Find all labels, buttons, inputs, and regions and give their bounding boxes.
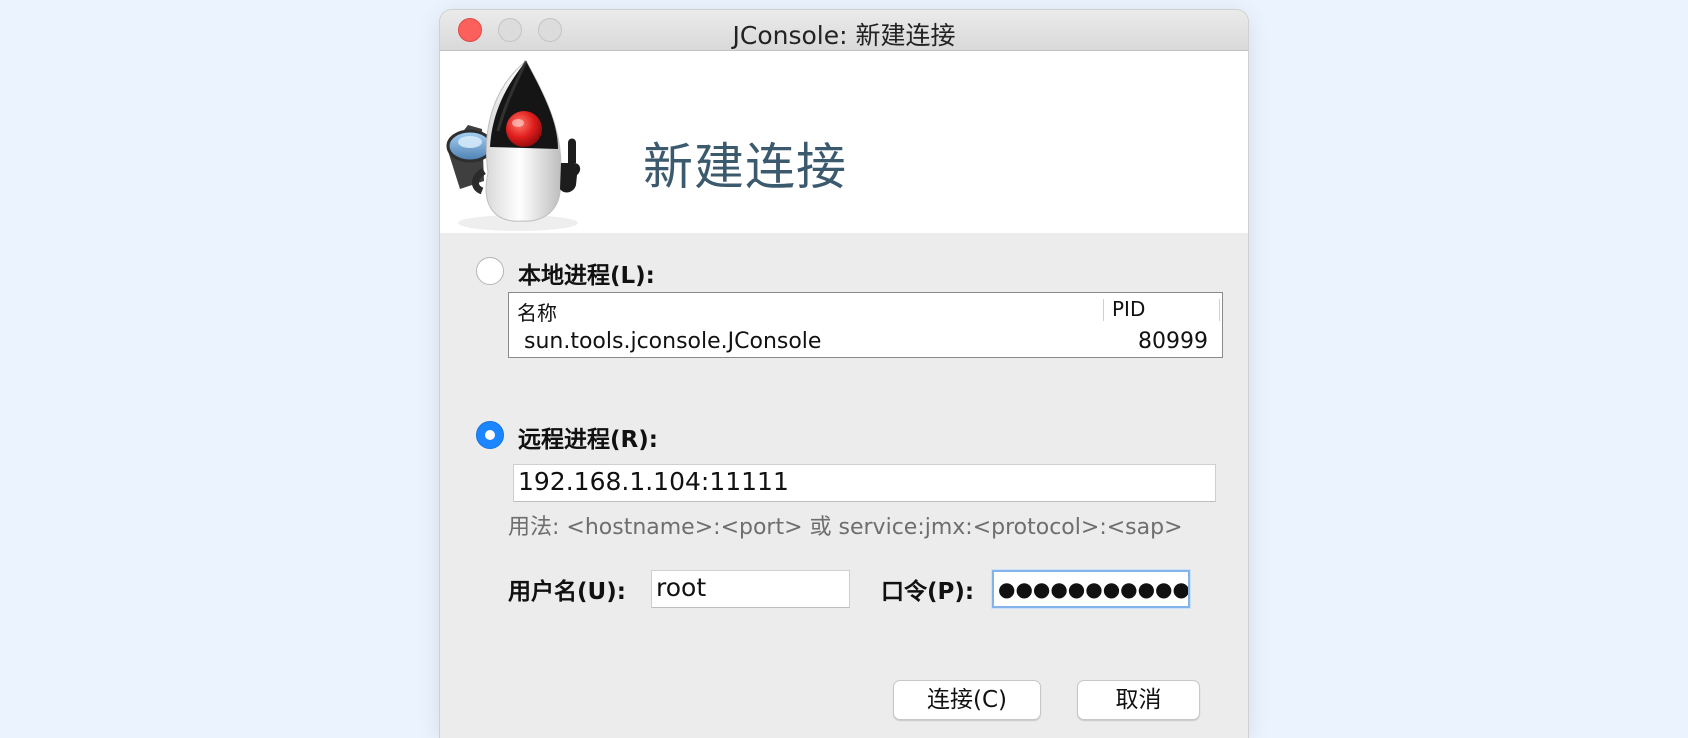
banner-heading: 新建连接: [643, 138, 847, 196]
username-input[interactable]: root: [651, 570, 850, 608]
process-pid-cell[interactable]: 80999: [1138, 329, 1208, 354]
local-process-table[interactable]: 名称 PID sun.tools.jconsole.JConsole 80999: [508, 292, 1223, 358]
java-duke-mascot-icon: [446, 60, 581, 231]
password-label: 口令(P):: [881, 579, 975, 605]
local-process-radio[interactable]: [476, 257, 504, 285]
column-header-pid[interactable]: PID: [1112, 297, 1145, 321]
remote-address-input[interactable]: 192.168.1.104:11111: [513, 464, 1216, 502]
process-name-cell[interactable]: sun.tools.jconsole.JConsole: [524, 329, 821, 354]
remote-process-radio[interactable]: [476, 421, 504, 449]
username-label: 用户名(U):: [508, 579, 626, 605]
cancel-button[interactable]: 取消: [1077, 680, 1200, 720]
column-divider[interactable]: [1219, 299, 1220, 321]
password-input[interactable]: ●●●●●●●●●●●●: [992, 570, 1190, 608]
jconsole-new-connection-dialog: JConsole: 新建连接 新建连接 本地进程(L): 名称 PID sun.…: [440, 10, 1248, 738]
remote-usage-hint: 用法: <hostname>:<port> 或 service:jmx:<pro…: [508, 515, 1183, 540]
column-header-name[interactable]: 名称: [517, 297, 557, 326]
column-divider[interactable]: [1103, 299, 1104, 321]
connect-button[interactable]: 连接(C): [893, 680, 1041, 720]
local-process-label[interactable]: 本地进程(L):: [518, 256, 655, 290]
dialog-banner: 新建连接: [440, 51, 1248, 233]
window-title: JConsole: 新建连接: [732, 21, 956, 50]
remote-process-label[interactable]: 远程进程(R):: [518, 420, 658, 454]
title-bar[interactable]: JConsole: 新建连接: [440, 10, 1248, 51]
